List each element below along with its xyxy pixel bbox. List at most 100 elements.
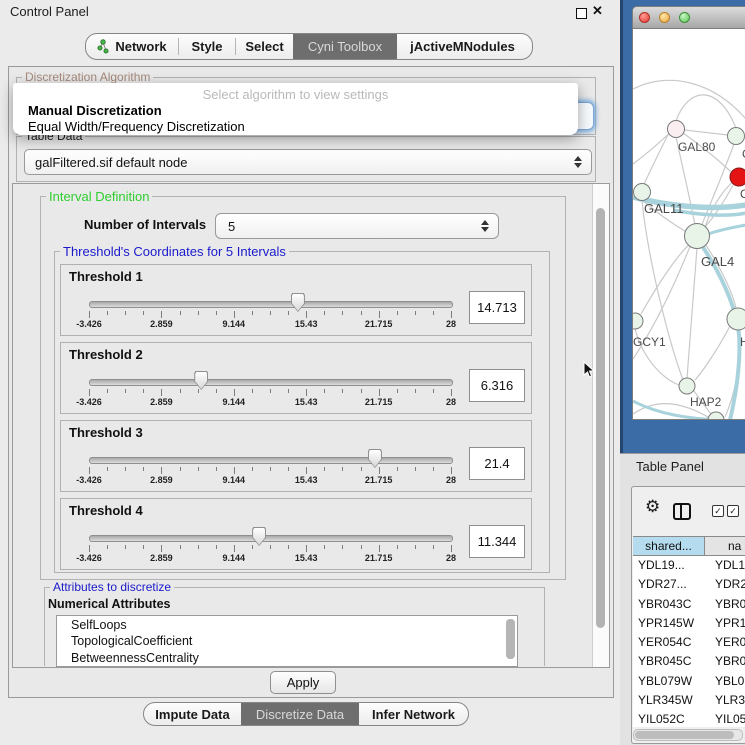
node-ga[interactable] [728, 128, 745, 145]
tab-jactivemnodules-label: jActiveMNodules [410, 39, 515, 54]
cell-shared-name[interactable]: YDR27... [633, 575, 705, 594]
tab-infer-network[interactable]: Infer Network [359, 703, 468, 725]
slider-thumb[interactable] [291, 293, 305, 312]
dropdown-item-equal-width[interactable]: Equal Width/Frequency Discretization [28, 119, 245, 134]
cell-shared-name[interactable]: YDL19... [633, 556, 705, 575]
cell-shared-name[interactable]: YLR345W [633, 691, 705, 710]
threshold-slider[interactable] [89, 379, 453, 386]
threshold-slider[interactable] [89, 535, 453, 542]
attribute-list-item[interactable]: BetweennessCentrality [57, 650, 517, 666]
select-columns-icons[interactable]: ✓ ✓ [712, 505, 739, 517]
num-intervals-spinner[interactable]: 5 [215, 213, 499, 239]
network-graph: GAL80 GA C GAL11 GAL4 GCY1 H HAP2 [633, 29, 745, 419]
cell-name[interactable]: YIL05 [705, 710, 745, 727]
threshold-value[interactable]: 14.713 [469, 291, 525, 324]
network-canvas[interactable]: GAL80 GA C GAL11 GAL4 GCY1 H HAP2 [633, 29, 745, 419]
network-window-titlebar[interactable] [633, 7, 745, 29]
cell-shared-name[interactable]: YER054C [633, 633, 705, 652]
cell-name[interactable]: YBR04 [705, 595, 745, 614]
cell-name[interactable]: YER05 [705, 633, 745, 652]
cell-shared-name[interactable]: YIL052C [633, 710, 705, 727]
threshold-value[interactable]: 6.316 [469, 369, 525, 402]
tab-discretize-data[interactable]: Discretize Data [241, 703, 359, 725]
network-nodes[interactable] [633, 121, 745, 420]
table-data-combobox[interactable]: galFiltered.sif default node [24, 149, 592, 175]
scrollbar-thumb[interactable] [596, 208, 605, 628]
columns-icon[interactable] [673, 503, 691, 520]
dropdown-item-manual[interactable]: Manual Discretization [28, 103, 162, 118]
table-row[interactable]: YLR345WYLR34 [633, 691, 745, 710]
close-icon[interactable]: ✕ [592, 3, 603, 19]
cell-name[interactable]: YDR27 [705, 575, 745, 594]
cell-shared-name[interactable]: YBR045C [633, 652, 705, 671]
svg-text:HAP2: HAP2 [690, 395, 722, 409]
threshold-slider[interactable] [89, 301, 453, 308]
column-header-name[interactable]: na [705, 537, 745, 555]
combo-arrows-icon [574, 156, 582, 168]
apply-button[interactable]: Apply [270, 671, 336, 694]
column-header-shared[interactable]: shared... [633, 537, 705, 555]
node-gal4[interactable] [685, 224, 710, 249]
table-row[interactable]: YBL079WYBL07 [633, 672, 745, 691]
threshold-slider[interactable] [89, 457, 453, 464]
minimize-traffic-light[interactable] [659, 12, 670, 23]
cell-shared-name[interactable]: YPR145W [633, 614, 705, 633]
slider-thumb[interactable] [194, 371, 208, 390]
tab-cyni-toolbox[interactable]: Cyni Toolbox [293, 34, 397, 59]
gear-icon[interactable]: ⚙ [645, 499, 660, 516]
cell-name[interactable]: YBR04 [705, 652, 745, 671]
checkbox-icon[interactable]: ✓ [727, 505, 739, 517]
svg-text:H: H [740, 335, 745, 349]
float-window-icon[interactable] [576, 8, 587, 19]
settings-vertical-scrollbar[interactable] [592, 184, 609, 667]
cell-shared-name[interactable]: YBL079W [633, 672, 705, 691]
node-gal11[interactable] [634, 184, 651, 201]
tab-network[interactable]: Network [86, 34, 178, 59]
mouse-cursor [583, 361, 596, 379]
node-gal80[interactable] [668, 121, 685, 138]
dropdown-placeholder-item[interactable]: Select algorithm to view settings [13, 87, 578, 102]
slider-labels: -3.4262.8599.14415.4321.71528 [89, 475, 451, 485]
cell-name[interactable]: YBL07 [705, 672, 745, 691]
node-gcy1[interactable] [633, 313, 643, 329]
zoom-traffic-light[interactable] [679, 12, 690, 23]
threshold-box: Threshold 4 -3.4262.8599.14415.4321.7152… [60, 498, 532, 570]
tab-select[interactable]: Select [236, 34, 293, 59]
tab-discretize-data-label: Discretize Data [256, 707, 344, 722]
threshold-value[interactable]: 21.4 [469, 447, 525, 480]
cell-name[interactable]: YLR34 [705, 691, 745, 710]
table-row[interactable]: YBR043CYBR04 [633, 595, 745, 614]
cell-name[interactable]: YDL19 [705, 556, 745, 575]
slider-thumb[interactable] [368, 449, 382, 468]
node-red[interactable] [730, 168, 745, 186]
svg-text:GAL4: GAL4 [701, 254, 734, 269]
table-row[interactable]: YIL052CYIL05 [633, 710, 745, 727]
attribute-list-item[interactable]: SelfLoops [57, 617, 517, 633]
threshold-value[interactable]: 11.344 [469, 525, 525, 558]
table-row[interactable]: YDR27...YDR27 [633, 575, 745, 594]
spinner-arrows-icon [481, 220, 489, 232]
checkbox-icon[interactable]: ✓ [712, 505, 724, 517]
hscrollbar-thumb[interactable] [635, 731, 734, 739]
table-rows: YDL19...YDL19YDR27...YDR27YBR043CYBR04YP… [633, 556, 745, 727]
node-hap2[interactable] [679, 378, 695, 394]
table-row[interactable]: YPR145WYPR14 [633, 614, 745, 633]
slider-thumb[interactable] [252, 527, 266, 546]
table-row[interactable]: YER054CYER05 [633, 633, 745, 652]
close-traffic-light[interactable] [639, 12, 650, 23]
numerical-attributes-list[interactable]: SelfLoopsTopologicalCoefficientBetweenne… [56, 615, 518, 667]
cell-name[interactable]: YPR14 [705, 614, 745, 633]
table-row[interactable]: YBR045CYBR04 [633, 652, 745, 671]
slider-ticks [89, 311, 451, 319]
attribute-list-item[interactable]: TopologicalCoefficient [57, 633, 517, 649]
cell-shared-name[interactable]: YBR043C [633, 595, 705, 614]
tab-style[interactable]: Style [179, 34, 235, 59]
node-h[interactable] [727, 308, 745, 330]
node-table: shared... na YDL19...YDL19YDR27...YDR27Y… [633, 536, 745, 727]
list-scrollbar-thumb[interactable] [506, 619, 515, 659]
tab-infer-network-label: Infer Network [372, 707, 455, 722]
tab-impute-data[interactable]: Impute Data [144, 703, 241, 725]
table-row[interactable]: YDL19...YDL19 [633, 556, 745, 575]
table-horizontal-scrollbar[interactable] [633, 729, 743, 741]
tab-jactivemnodules[interactable]: jActiveMNodules [397, 34, 528, 59]
